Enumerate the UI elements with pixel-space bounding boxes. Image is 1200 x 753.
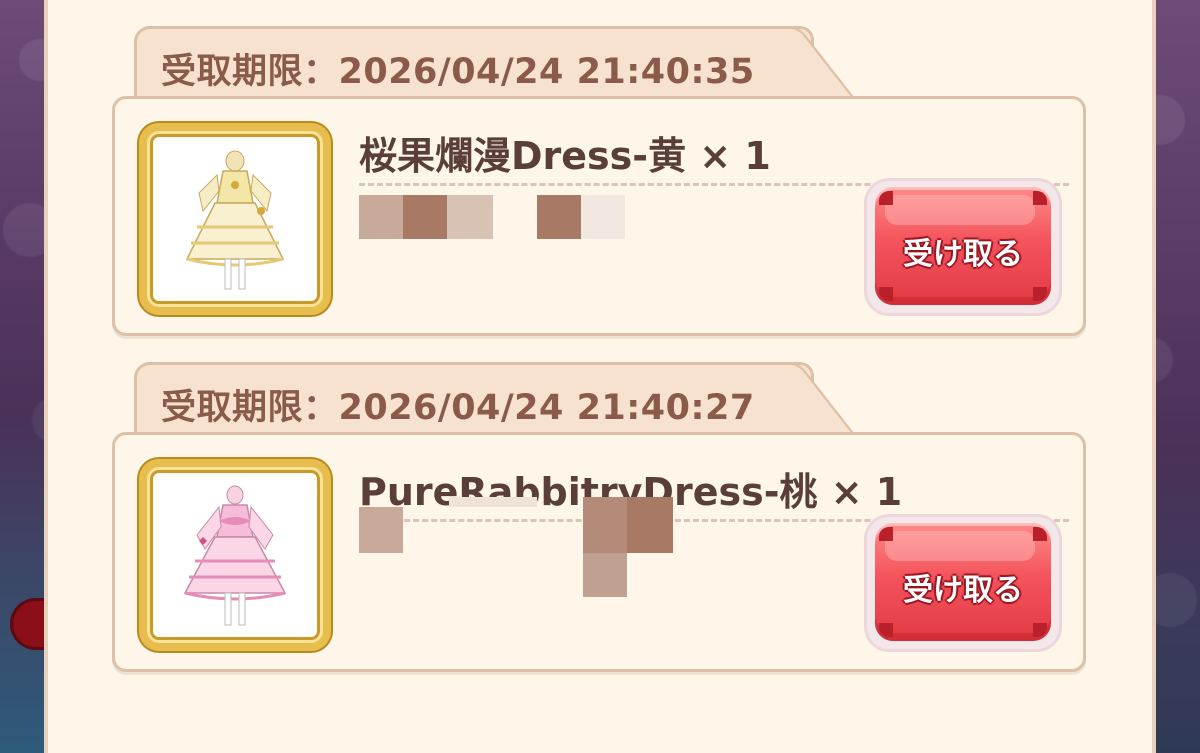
button-corner [879,287,893,301]
item-thumbnail-frame [139,123,331,315]
dress-icon [185,150,285,290]
claim-button[interactable]: 受け取る [867,181,1059,313]
pixelated-text [583,497,627,553]
deadline-tab: 受取期限：2026/04/24 21:40:27 [134,362,814,434]
claim-button-face: 受け取る [875,523,1051,641]
item-thumbnail-frame [139,459,331,651]
gift-item-card: 受取期限：2026/04/24 21:40:27 PureRabbitryDre… [112,362,1086,674]
deadline-label: 受取期限：2026/04/24 21:40:27 [161,388,755,428]
pixelated-text [537,195,581,239]
pixelated-text [581,195,625,239]
deadline-label: 受取期限：2026/04/24 21:40:35 [161,52,755,92]
gift-item-card: 受取期限：2026/04/24 21:40:35 桜果爛漫Dress-黄 × 1… [112,26,1086,338]
gift-item-body: PureRabbitryDress-桃 × 1 受け取る [112,432,1086,672]
item-thumbnail [157,477,313,633]
button-corner [879,623,893,637]
pixelated-text [449,497,537,507]
gift-item-body: 桜果爛漫Dress-黄 × 1 受け取る [112,96,1086,336]
item-thumbnail [157,141,313,297]
pixelated-text [447,195,493,239]
button-corner [1033,527,1047,541]
game-screen: 受取期限：2026/04/24 21:40:35 桜果爛漫Dress-黄 × 1… [0,0,1200,753]
pixelated-text [359,507,403,553]
button-corner [1033,623,1047,637]
button-corner [1033,287,1047,301]
pixelated-text [359,195,403,239]
deadline-tab: 受取期限：2026/04/24 21:40:35 [134,26,814,98]
button-corner [879,527,893,541]
item-name: 桜果爛漫Dress-黄 × 1 [359,134,771,178]
pixelated-text [583,553,627,597]
dress-icon [183,485,287,626]
claim-button-label: 受け取る [903,237,1023,272]
button-corner [879,191,893,205]
claim-button[interactable]: 受け取る [867,517,1059,649]
claim-button-label: 受け取る [903,573,1023,608]
pixelated-text [403,195,447,239]
claim-button-face: 受け取る [875,187,1051,305]
button-corner [1033,191,1047,205]
pixelated-text [627,497,673,553]
